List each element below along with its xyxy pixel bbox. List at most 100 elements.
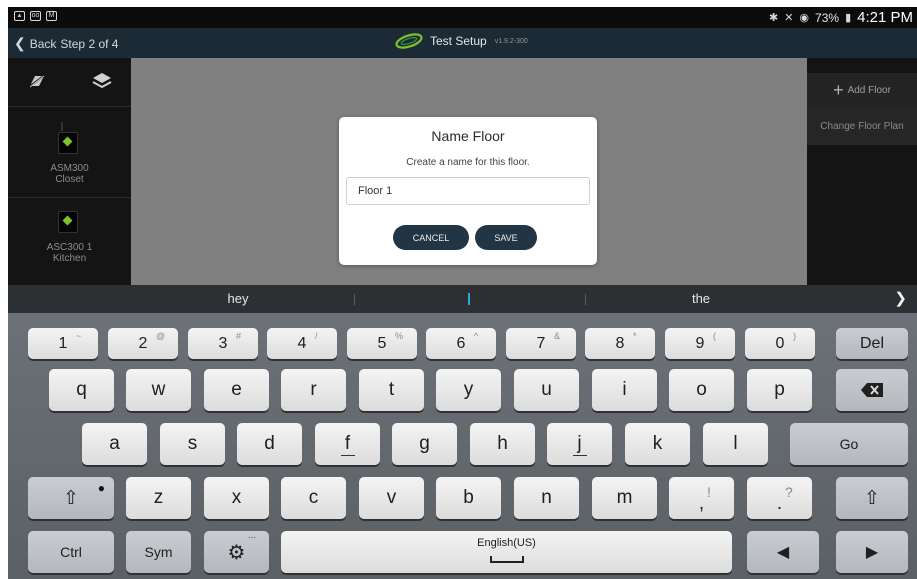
key-main: f — [344, 433, 351, 454]
sensor-name: ASC300 1 — [46, 242, 93, 253]
suggestion-1[interactable]: hey — [8, 291, 468, 306]
key-v[interactable]: v — [359, 477, 424, 519]
layers-icon[interactable] — [92, 72, 112, 90]
key-main: 6 — [456, 334, 466, 352]
key-period[interactable]: .? — [747, 477, 812, 519]
key-main: 7 — [536, 334, 546, 352]
key-alt: ! — [707, 484, 711, 500]
floor-name-input[interactable] — [346, 177, 590, 205]
key-alt: ^ — [474, 331, 479, 341]
key-x[interactable]: x — [204, 477, 269, 519]
key-3[interactable]: 3 # — [188, 328, 258, 359]
back-button[interactable]: ❮ Back Step 2 of 4 — [14, 35, 118, 52]
key-main: 8 — [615, 334, 625, 352]
delete-key[interactable]: Del — [836, 328, 908, 359]
key-6[interactable]: 6 ^ — [426, 328, 496, 359]
hide-sensors-icon[interactable] — [28, 74, 46, 88]
key-1[interactable]: 1 ~ — [28, 328, 98, 359]
chevron-right-icon[interactable]: ❯ — [894, 289, 907, 307]
key-r[interactable]: r — [281, 369, 346, 411]
settings-key[interactable]: ⚙... — [204, 530, 269, 573]
sensor-location: Kitchen — [52, 253, 87, 264]
change-floor-plan-button[interactable]: Change Floor Plan — [807, 107, 917, 145]
key-c[interactable]: c — [281, 477, 346, 519]
key-b[interactable]: b — [436, 477, 501, 519]
key-w[interactable]: w — [126, 369, 191, 411]
key-u[interactable]: u — [514, 369, 579, 411]
sym-key[interactable]: Sym — [126, 531, 191, 573]
floor-sidebar: + Add Floor Change Floor Plan — [807, 58, 917, 285]
key-n[interactable]: n — [514, 477, 579, 519]
space-key[interactable]: English(US) — [281, 531, 732, 573]
key-j[interactable]: j — [547, 423, 612, 465]
sensor-name: ASM300 — [50, 163, 89, 174]
backspace-icon — [861, 383, 883, 397]
key-4[interactable]: 4/ — [267, 328, 337, 359]
key-5[interactable]: 5% — [347, 328, 417, 359]
add-floor-button[interactable]: + Add Floor — [807, 73, 917, 107]
key-main: 9 — [695, 334, 705, 352]
key-a[interactable]: a — [82, 423, 147, 465]
device-screen: ▴ oo M ✱ ✕ ◉ 73% ▮ 4:21 PM ❮ Back Step 2… — [8, 7, 917, 579]
ctrl-key[interactable]: Ctrl — [28, 531, 114, 573]
backspace-key[interactable] — [836, 369, 908, 411]
key-y[interactable]: y — [436, 369, 501, 411]
key-h[interactable]: h — [470, 423, 535, 465]
key-o[interactable]: o — [669, 369, 734, 411]
key-t[interactable]: t — [359, 369, 424, 411]
app-title-text: Test Setup — [430, 34, 487, 48]
save-button[interactable]: SAVE — [475, 225, 537, 250]
dialog-subtitle: Create a name for this floor. — [406, 157, 530, 168]
suggestion-2[interactable] — [468, 293, 470, 305]
shift-indicator-icon: ● — [97, 481, 105, 495]
key-2[interactable]: 2 @ — [108, 328, 178, 359]
key-m[interactable]: m — [592, 477, 657, 519]
more-options-icon: ... — [248, 530, 257, 541]
key-p[interactable]: p — [747, 369, 812, 411]
key-0[interactable]: 0) — [745, 328, 815, 359]
key-main: 1 — [58, 334, 68, 352]
key-alt: ? — [785, 484, 793, 500]
key-z[interactable]: z — [126, 477, 191, 519]
arrow-left-icon: ◀ — [776, 544, 790, 561]
sensor-sidebar: ASM300 Closet ASC300 1 Kitchen — [8, 58, 131, 289]
key-alt: # — [236, 331, 242, 341]
key-9[interactable]: 9( — [665, 328, 735, 359]
plus-icon: + — [833, 80, 844, 100]
sensor-item[interactable]: ASC300 1 Kitchen — [8, 198, 131, 289]
key-f[interactable]: f — [315, 423, 380, 465]
suggestion-3[interactable]: the — [586, 291, 816, 306]
key-7[interactable]: 7 & — [506, 328, 576, 359]
key-k[interactable]: k — [625, 423, 690, 465]
clock: 4:21 PM — [857, 9, 913, 26]
cursor-left-key[interactable]: ◀ — [747, 531, 819, 573]
key-alt: * — [633, 331, 637, 341]
sensor-device-icon — [58, 132, 78, 154]
shift-key-right[interactable]: ⇧ — [836, 477, 908, 519]
key-8[interactable]: 8 * — [585, 328, 655, 359]
key-l[interactable]: l — [703, 423, 768, 465]
key-i[interactable]: i — [592, 369, 657, 411]
key-e[interactable]: e — [204, 369, 269, 411]
key-d[interactable]: d — [237, 423, 302, 465]
key-main: 5 — [377, 334, 387, 352]
key-main: , — [698, 493, 705, 514]
key-g[interactable]: g — [392, 423, 457, 465]
sensor-item[interactable]: ASM300 Closet — [8, 107, 131, 198]
shift-key[interactable]: ⇧ ● — [28, 477, 114, 519]
sensor-location: Closet — [55, 174, 84, 185]
go-key[interactable]: Go — [790, 423, 908, 465]
key-comma[interactable]: ,! — [669, 477, 734, 519]
dialog-title: Name Floor — [431, 128, 505, 144]
back-label: Back — [29, 36, 57, 51]
name-floor-dialog: Name Floor Create a name for this floor.… — [339, 117, 597, 265]
voicemail-notification-icon: oo — [30, 11, 41, 21]
key-q[interactable]: q — [49, 369, 114, 411]
brand-logo-icon — [395, 33, 423, 49]
cancel-button[interactable]: CANCEL — [393, 225, 469, 250]
app-title: Test Setup v1.9.2-300 — [394, 33, 528, 49]
chevron-left-icon: ❮ — [14, 35, 26, 51]
battery-icon: ▮ — [845, 12, 852, 24]
key-s[interactable]: s — [160, 423, 225, 465]
cursor-right-key[interactable]: ▶ — [836, 531, 908, 573]
